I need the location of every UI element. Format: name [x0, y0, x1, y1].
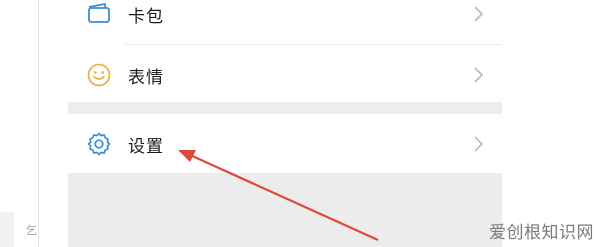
chevron-right-icon [474, 136, 484, 152]
gear-icon [86, 131, 112, 157]
me-menu-panel: 卡包 表情 设置 [68, 0, 502, 247]
left-edge-glyph: 乞 [26, 224, 37, 237]
left-edge-stub [0, 212, 14, 247]
group-gap [68, 102, 502, 114]
chevron-right-icon [474, 6, 484, 22]
watermark-text: 爱创根知识网 [489, 223, 594, 243]
menu-item-card-wallet[interactable]: 卡包 [68, 0, 502, 44]
bottom-empty-area [68, 173, 502, 247]
menu-item-label: 卡包 [128, 6, 164, 27]
left-edge-panel: 乞 [0, 0, 40, 247]
card-wallet-icon [86, 1, 112, 27]
chevron-right-icon [474, 67, 484, 83]
menu-item-label: 设置 [128, 136, 164, 157]
menu-item-emoji[interactable]: 表情 [68, 45, 502, 105]
emoji-smile-icon [86, 62, 112, 88]
menu-item-settings[interactable]: 设置 [68, 114, 502, 174]
left-divider [38, 0, 39, 247]
menu-item-label: 表情 [128, 67, 164, 88]
